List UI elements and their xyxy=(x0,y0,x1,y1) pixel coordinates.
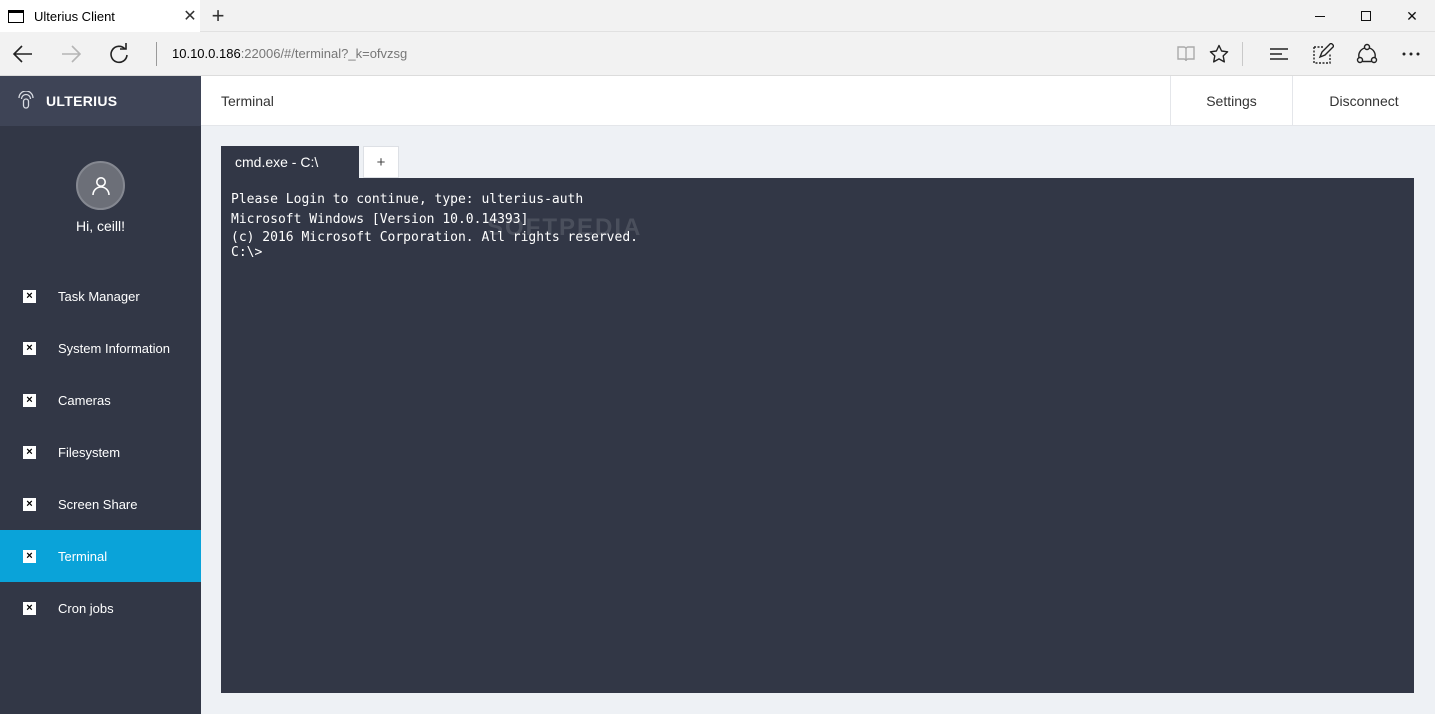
tab-title: Ulterius Client xyxy=(34,8,115,24)
broken-image-icon: × xyxy=(23,549,36,563)
terminal-line: Please Login to continue, type: ulterius… xyxy=(231,192,584,207)
sidebar-item-label: Terminal xyxy=(58,548,108,564)
sidebar-item-cron-jobs[interactable]: × Cron jobs xyxy=(0,582,201,634)
sidebar-item-label: Task Manager xyxy=(58,288,140,304)
sidebar-item-label: Cameras xyxy=(58,392,111,408)
sidebar-item-label: Filesystem xyxy=(58,444,121,460)
maximize-icon xyxy=(1361,11,1371,21)
back-button[interactable] xyxy=(0,32,46,76)
terminal-line: (c) 2016 Microsoft Corporation. All righ… xyxy=(231,230,638,245)
address-path: :22006/#/terminal?_k=ofvzsg xyxy=(240,46,408,61)
address-host: 10.10.0.186 xyxy=(172,46,241,61)
settings-button[interactable]: Settings xyxy=(1170,76,1292,126)
address-divider xyxy=(156,42,157,66)
favorite-button[interactable] xyxy=(1199,32,1239,76)
main-content: cmd.exe - C:\ + Please Login to continue… xyxy=(201,126,1435,714)
brand-header[interactable]: ULTERIUS xyxy=(0,76,201,126)
reading-view-icon xyxy=(1177,46,1195,62)
brand-name: ULTERIUS xyxy=(46,93,118,109)
browser-tab[interactable]: Ulterius Client ✕ xyxy=(0,0,200,32)
watermark: SOFTPEDIA xyxy=(487,214,643,241)
sidebar-item-label: Cron jobs xyxy=(58,600,114,616)
disconnect-button[interactable]: Disconnect xyxy=(1292,76,1435,126)
close-window-button[interactable]: ✕ xyxy=(1389,0,1435,32)
close-tab-icon[interactable]: ✕ xyxy=(180,6,200,26)
more-button[interactable] xyxy=(1391,32,1431,76)
terminal-prompt: C:\> xyxy=(231,245,263,260)
address-bar[interactable]: 10.10.0.186:22006/#/terminal?_k=ofvzsg xyxy=(172,46,407,61)
user-icon xyxy=(91,176,110,195)
terminal-output[interactable]: Please Login to continue, type: ulterius… xyxy=(221,178,1414,693)
browser-tab-strip: Ulterius Client ✕ + ✕ xyxy=(0,0,1435,32)
broken-image-icon: × xyxy=(23,341,36,355)
hub-icon xyxy=(1270,48,1288,60)
terminal-tab[interactable]: cmd.exe - C:\ xyxy=(221,146,359,178)
sidebar-item-label: System Information xyxy=(58,340,170,356)
sidebar: ULTERIUS Hi, ceill! × Task Manager × Sys… xyxy=(0,76,201,714)
refresh-icon xyxy=(110,43,128,64)
avatar xyxy=(76,161,125,210)
forward-button[interactable] xyxy=(48,32,94,76)
user-greeting: Hi, ceill! xyxy=(75,218,125,234)
broken-image-icon: × xyxy=(23,497,36,511)
hub-button[interactable] xyxy=(1259,32,1299,76)
share-icon xyxy=(1356,43,1378,64)
sidebar-item-system-information[interactable]: × System Information xyxy=(0,322,201,374)
share-button[interactable] xyxy=(1347,32,1387,76)
toolbar-divider xyxy=(1242,42,1243,66)
page-icon xyxy=(8,9,24,23)
favorite-star-icon xyxy=(1209,44,1229,63)
sidebar-item-label: Screen Share xyxy=(58,496,138,512)
sidebar-item-task-manager[interactable]: × Task Manager xyxy=(0,270,201,322)
more-icon xyxy=(1402,52,1420,56)
add-terminal-tab-button[interactable]: + xyxy=(363,146,399,178)
new-tab-button[interactable]: + xyxy=(206,2,230,30)
app-header: Terminal Settings Disconnect xyxy=(201,76,1435,126)
broken-image-icon: × xyxy=(23,393,36,407)
browser-navbar: 10.10.0.186:22006/#/terminal?_k=ofvzsg xyxy=(0,32,1435,76)
terminal-line: Microsoft Windows [Version 10.0.14393] xyxy=(231,212,529,227)
minimize-icon xyxy=(1315,15,1325,17)
sidebar-item-filesystem[interactable]: × Filesystem xyxy=(0,426,201,478)
page-title: Terminal xyxy=(221,93,274,109)
forward-icon xyxy=(62,45,82,63)
maximize-button[interactable] xyxy=(1343,0,1389,32)
sidebar-item-terminal[interactable]: × Terminal xyxy=(0,530,201,582)
sidebar-item-screen-share[interactable]: × Screen Share xyxy=(0,478,201,530)
broken-image-icon: × xyxy=(23,601,36,615)
ulterius-logo-icon xyxy=(18,91,34,109)
web-note-button[interactable] xyxy=(1303,32,1343,76)
refresh-button[interactable] xyxy=(96,32,142,76)
back-icon xyxy=(12,45,32,63)
broken-image-icon: × xyxy=(23,445,36,459)
broken-image-icon: × xyxy=(23,289,36,303)
web-note-icon xyxy=(1313,43,1334,64)
sidebar-item-cameras[interactable]: × Cameras xyxy=(0,374,201,426)
sidebar-menu: × Task Manager × System Information × Ca… xyxy=(0,270,201,634)
minimize-button[interactable] xyxy=(1297,0,1343,32)
